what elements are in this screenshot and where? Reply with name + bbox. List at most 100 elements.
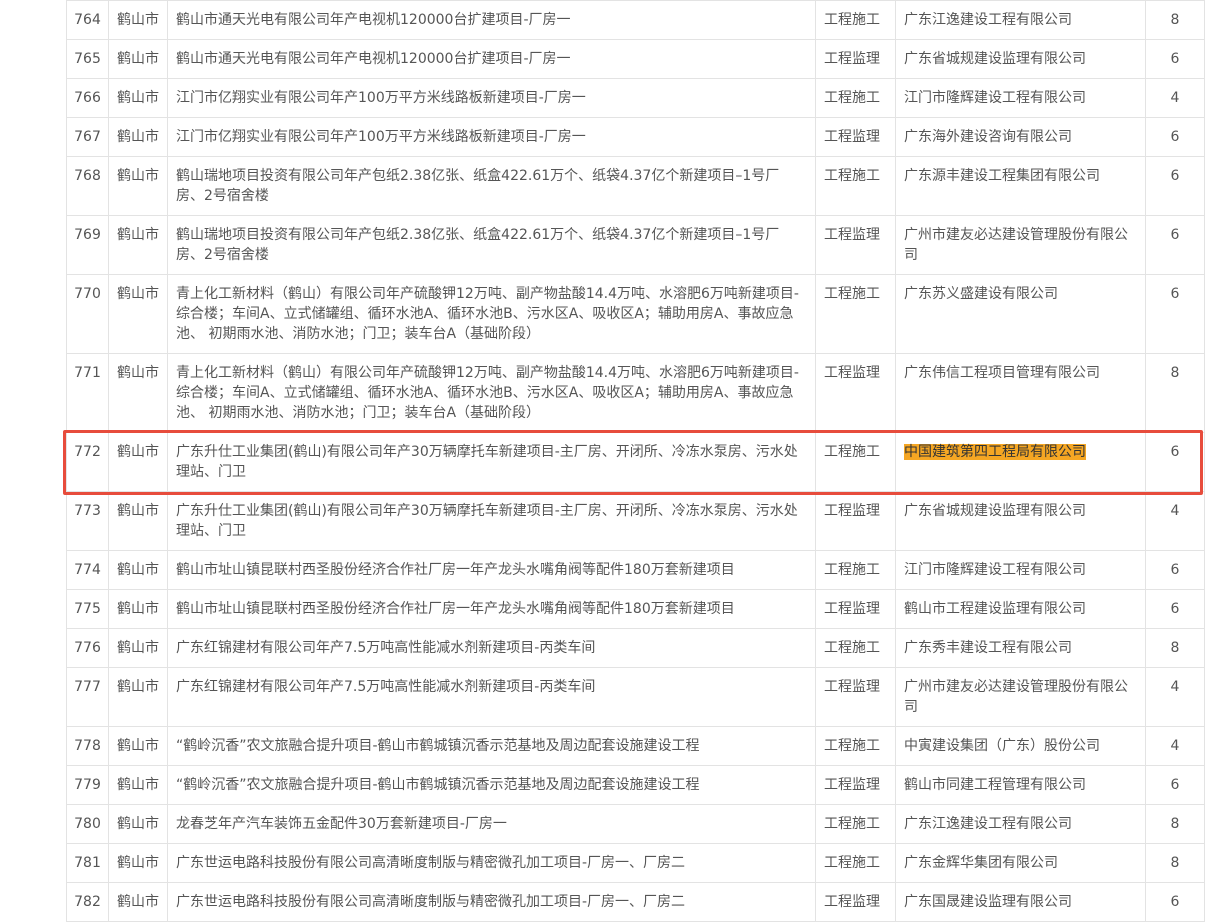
project-name-cell: 鹤山瑞地项目投资有限公司年产包纸2.38亿张、纸盒422.61万个、纸袋4.37… (167, 215, 816, 275)
city-cell: 鹤山市 (108, 0, 168, 40)
company-cell: 广东秀丰建设工程有限公司 (895, 628, 1146, 668)
work-type-cell: 工程施工 (815, 804, 896, 844)
project-table: 764 鹤山市 鹤山市通天光电有限公司年产电视机120000台扩建项目-厂房一 工程施… (66, 0, 1205, 922)
row-number: 767 (66, 117, 109, 157)
table-row: 773 鹤山市 广东升仕工业集团(鹤山)有限公司年产30万辆摩托车新建项目-主厂房、… (66, 491, 1205, 551)
company-cell: 中寅建设集团（广东）股份公司 (895, 726, 1146, 766)
score-cell: 6 (1145, 432, 1205, 492)
work-type-cell: 工程施工 (815, 274, 896, 354)
project-name-cell: 广东红锦建材有限公司年产7.5万吨高性能减水剂新建项目-丙类车间 (167, 667, 816, 727)
row-number: 766 (66, 78, 109, 118)
score-cell: 6 (1145, 589, 1205, 629)
table-row: 779 鹤山市 “鹤岭沉香”农文旅融合提升项目-鹤山市鹤城镇沉香示范基地及周边配套设… (66, 765, 1205, 805)
row-number: 782 (66, 882, 109, 922)
city-cell: 鹤山市 (108, 78, 168, 118)
work-type-cell: 工程监理 (815, 39, 896, 79)
city-cell: 鹤山市 (108, 804, 168, 844)
table-row: 765 鹤山市 鹤山市通天光电有限公司年产电视机120000台扩建项目-厂房一 工程监… (66, 39, 1205, 79)
company-cell: 广州市建友必达建设管理股份有限公司 (895, 215, 1146, 275)
score-cell: 6 (1145, 117, 1205, 157)
score-cell: 4 (1145, 78, 1205, 118)
work-type-cell: 工程监理 (815, 765, 896, 805)
city-cell: 鹤山市 (108, 628, 168, 668)
table-row: 771 鹤山市 青上化工新材料（鹤山）有限公司年产硫酸钾12万吨、副产物盐酸14.4… (66, 353, 1205, 433)
city-cell: 鹤山市 (108, 39, 168, 79)
project-name-cell: 江门市亿翔实业有限公司年产100万平方米线路板新建项目-厂房一 (167, 78, 816, 118)
table-row: 764 鹤山市 鹤山市通天光电有限公司年产电视机120000台扩建项目-厂房一 工程施… (66, 0, 1205, 40)
row-number: 770 (66, 274, 109, 354)
score-cell: 8 (1145, 0, 1205, 40)
project-name-cell: 广东红锦建材有限公司年产7.5万吨高性能减水剂新建项目-丙类车间 (167, 628, 816, 668)
work-type-cell: 工程监理 (815, 589, 896, 629)
city-cell: 鹤山市 (108, 726, 168, 766)
score-cell: 6 (1145, 39, 1205, 79)
city-cell: 鹤山市 (108, 491, 168, 551)
work-type-cell: 工程监理 (815, 491, 896, 551)
city-cell: 鹤山市 (108, 765, 168, 805)
row-number: 771 (66, 353, 109, 433)
project-name-cell: “鹤岭沉香”农文旅融合提升项目-鹤山市鹤城镇沉香示范基地及周边配套设施建设工程 (167, 726, 816, 766)
row-number: 780 (66, 804, 109, 844)
work-type-cell: 工程监理 (815, 353, 896, 433)
company-cell: 广东江逸建设工程有限公司 (895, 0, 1146, 40)
city-cell: 鹤山市 (108, 432, 168, 492)
row-number: 769 (66, 215, 109, 275)
city-cell: 鹤山市 (108, 156, 168, 216)
score-cell: 8 (1145, 843, 1205, 883)
table-row: 781 鹤山市 广东世运电路科技股份有限公司高清晰度制版与精密微孔加工项目-厂房一、… (66, 843, 1205, 883)
score-cell: 8 (1145, 628, 1205, 668)
table-row: 776 鹤山市 广东红锦建材有限公司年产7.5万吨高性能减水剂新建项目-丙类车间 工程… (66, 628, 1205, 668)
project-name-cell: 鹤山市址山镇昆联村西圣股份经济合作社厂房一年产龙头水嘴角阀等配件180万套新建项… (167, 550, 816, 590)
work-type-cell: 工程监理 (815, 667, 896, 727)
company-cell: 广东苏义盛建设有限公司 (895, 274, 1146, 354)
project-name-cell: “鹤岭沉香”农文旅融合提升项目-鹤山市鹤城镇沉香示范基地及周边配套设施建设工程 (167, 765, 816, 805)
score-cell: 4 (1145, 491, 1205, 551)
work-type-cell: 工程施工 (815, 726, 896, 766)
project-name-cell: 鹤山市通天光电有限公司年产电视机120000台扩建项目-厂房一 (167, 39, 816, 79)
company-cell: 广东江逸建设工程有限公司 (895, 804, 1146, 844)
company-cell: 广东伟信工程项目管理有限公司 (895, 353, 1146, 433)
score-cell: 6 (1145, 550, 1205, 590)
company-cell: 广东金辉华集团有限公司 (895, 843, 1146, 883)
work-type-cell: 工程监理 (815, 215, 896, 275)
city-cell: 鹤山市 (108, 667, 168, 727)
project-name-cell: 广东升仕工业集团(鹤山)有限公司年产30万辆摩托车新建项目-主厂房、开闭所、冷冻… (167, 491, 816, 551)
score-cell: 6 (1145, 156, 1205, 216)
score-cell: 6 (1145, 765, 1205, 805)
row-number: 778 (66, 726, 109, 766)
score-cell: 6 (1145, 882, 1205, 922)
city-cell: 鹤山市 (108, 274, 168, 354)
work-type-cell: 工程施工 (815, 78, 896, 118)
table-row: 778 鹤山市 “鹤岭沉香”农文旅融合提升项目-鹤山市鹤城镇沉香示范基地及周边配套设… (66, 726, 1205, 766)
project-name-cell: 鹤山市址山镇昆联村西圣股份经济合作社厂房一年产龙头水嘴角阀等配件180万套新建项… (167, 589, 816, 629)
company-cell: 广东海外建设咨询有限公司 (895, 117, 1146, 157)
table-row: 767 鹤山市 江门市亿翔实业有限公司年产100万平方米线路板新建项目-厂房一 工程监… (66, 117, 1205, 157)
row-number: 772 (66, 432, 109, 492)
row-number: 773 (66, 491, 109, 551)
company-cell: 广东省城规建设监理有限公司 (895, 39, 1146, 79)
highlighted-company-name: 中国建筑第四工程局有限公司 (904, 444, 1086, 460)
table-body: 764 鹤山市 鹤山市通天光电有限公司年产电视机120000台扩建项目-厂房一 工程施… (66, 0, 1205, 922)
work-type-cell: 工程施工 (815, 550, 896, 590)
company-cell: 江门市隆辉建设工程有限公司 (895, 550, 1146, 590)
row-number: 776 (66, 628, 109, 668)
score-cell: 6 (1145, 215, 1205, 275)
company-cell: 中国建筑第四工程局有限公司 (895, 432, 1146, 492)
work-type-cell: 工程施工 (815, 432, 896, 492)
city-cell: 鹤山市 (108, 215, 168, 275)
work-type-cell: 工程监理 (815, 117, 896, 157)
table-row: 774 鹤山市 鹤山市址山镇昆联村西圣股份经济合作社厂房一年产龙头水嘴角阀等配件18… (66, 550, 1205, 590)
company-cell: 广东源丰建设工程集团有限公司 (895, 156, 1146, 216)
work-type-cell: 工程施工 (815, 843, 896, 883)
table-row: 769 鹤山市 鹤山瑞地项目投资有限公司年产包纸2.38亿张、纸盒422.61万个、… (66, 215, 1205, 275)
project-name-cell: 江门市亿翔实业有限公司年产100万平方米线路板新建项目-厂房一 (167, 117, 816, 157)
table-row: 772 鹤山市 广东升仕工业集团(鹤山)有限公司年产30万辆摩托车新建项目-主厂房、… (66, 432, 1205, 492)
project-name-cell: 广东世运电路科技股份有限公司高清晰度制版与精密微孔加工项目-厂房一、厂房二 (167, 882, 816, 922)
score-cell: 4 (1145, 726, 1205, 766)
table-row: 770 鹤山市 青上化工新材料（鹤山）有限公司年产硫酸钾12万吨、副产物盐酸14.4… (66, 274, 1205, 354)
city-cell: 鹤山市 (108, 550, 168, 590)
row-number: 764 (66, 0, 109, 40)
row-number: 774 (66, 550, 109, 590)
city-cell: 鹤山市 (108, 843, 168, 883)
company-cell: 广东省城规建设监理有限公司 (895, 491, 1146, 551)
